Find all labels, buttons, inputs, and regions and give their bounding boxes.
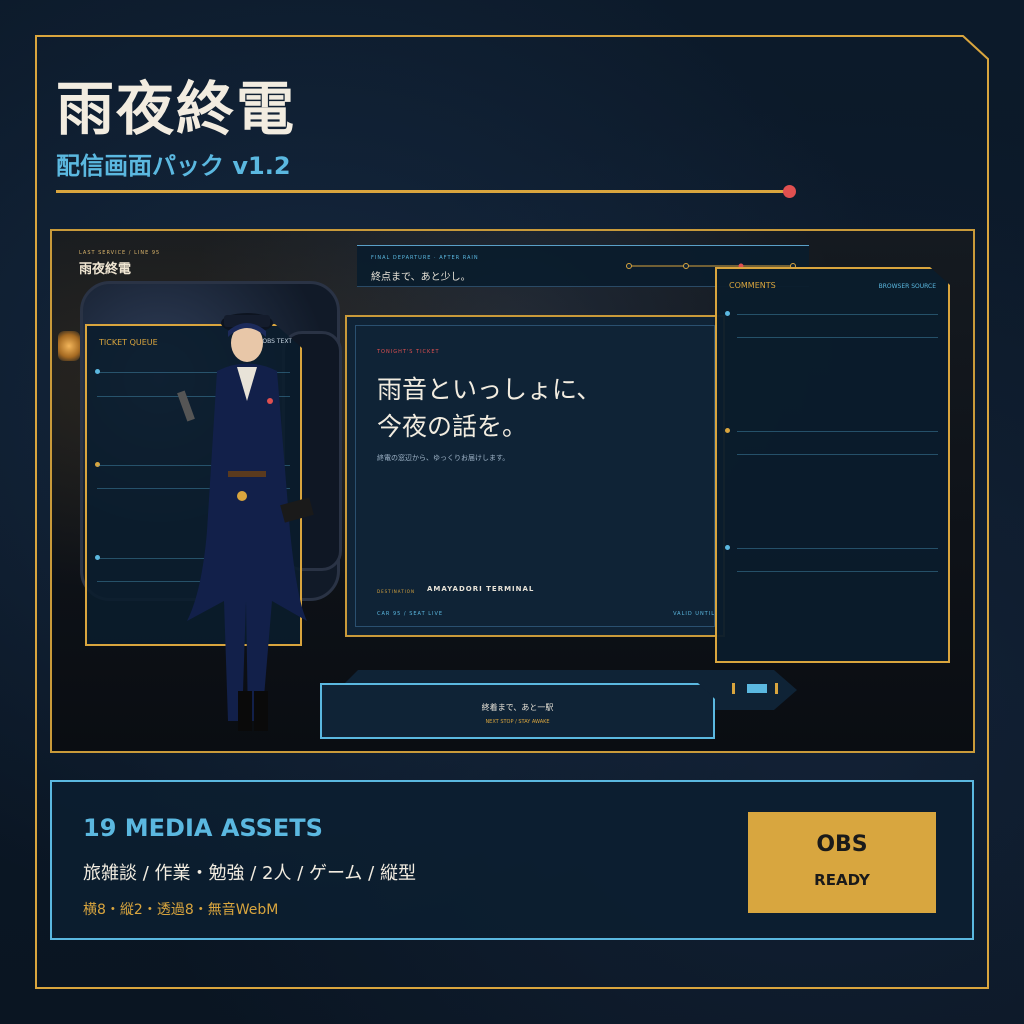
obs-ready-badge: OBS READY xyxy=(748,812,936,913)
overlay-preview: LAST SERVICE / LINE 95 雨夜終電 FINAL DEPART… xyxy=(50,229,975,753)
destination-bar-caption: FINAL DEPARTURE · AFTER RAIN xyxy=(371,255,479,261)
ticket-headline-line1: 雨音といっしょに、 xyxy=(377,375,602,404)
comment-row xyxy=(737,548,938,549)
preview-brand-caption: LAST SERVICE / LINE 95 xyxy=(79,250,161,256)
comment-row xyxy=(737,314,938,315)
comment-dot-icon xyxy=(725,428,730,433)
ticket-subtext: 終電の窓辺から、ゆっくりお届けします。 xyxy=(377,454,510,462)
underline-dot xyxy=(783,185,796,198)
ticket-destination: AMAYADORI TERMINAL xyxy=(427,585,535,593)
lamp-icon xyxy=(58,331,80,361)
comments-tag: BROWSER SOURCE xyxy=(878,283,936,290)
ticket-label: TONIGHT'S TICKET xyxy=(377,349,440,355)
obs-badge-status: READY xyxy=(814,871,870,889)
ticket-queue-title: TICKET QUEUE xyxy=(99,338,158,347)
ticket-destination-label: DESTINATION xyxy=(377,589,415,594)
preview-brand: 雨夜終電 xyxy=(79,262,132,277)
next-stop-text: 終着まで、あと一駅 xyxy=(481,703,554,712)
ticket-footer-right: VALID UNTIL xyxy=(673,611,715,617)
page-title: 雨夜終電 xyxy=(56,75,297,143)
comments-panel: COMMENTS BROWSER SOURCE xyxy=(715,267,950,663)
comments-title: COMMENTS xyxy=(729,281,776,290)
comment-row xyxy=(737,454,938,455)
ticket-footer-left: CAR 95 / SEAT LIVE xyxy=(377,611,444,617)
conductor-character-illustration xyxy=(177,313,314,731)
comment-dot-icon xyxy=(725,545,730,550)
next-stop-subtext: NEXT STOP / STAY AWAKE xyxy=(485,719,550,725)
asset-genres: 旅雑談 / 作業・勉強 / 2人 / ゲーム / 縦型 xyxy=(83,863,416,884)
asset-specs: 横8・縦2・透過8・無音WebM xyxy=(83,902,279,918)
asset-info-panel: 19 MEDIA ASSETS 旅雑談 / 作業・勉強 / 2人 / ゲーム /… xyxy=(50,780,974,940)
comment-row xyxy=(737,431,938,432)
obs-badge-title: OBS xyxy=(816,832,868,857)
title-underline xyxy=(56,190,784,193)
comment-row xyxy=(737,571,938,572)
asset-count: 19 MEDIA ASSETS xyxy=(83,814,323,842)
comment-dot-icon xyxy=(725,311,730,316)
ticket-headline-line2: 今夜の話を。 xyxy=(377,412,528,441)
next-stop-box: 終着まで、あと一駅 NEXT STOP / STAY AWAKE xyxy=(320,683,715,739)
comment-row xyxy=(737,337,938,338)
destination-bar-text: 終点まで、あと少し。 xyxy=(371,272,471,283)
ticket-card: TONIGHT'S TICKET 雨音といっしょに、 今夜の話を。 終電の窓辺か… xyxy=(345,315,725,637)
page-subtitle: 配信画面パック v1.2 xyxy=(56,152,291,180)
ticket-headline: 雨音といっしょに、 今夜の話を。 xyxy=(377,371,601,445)
